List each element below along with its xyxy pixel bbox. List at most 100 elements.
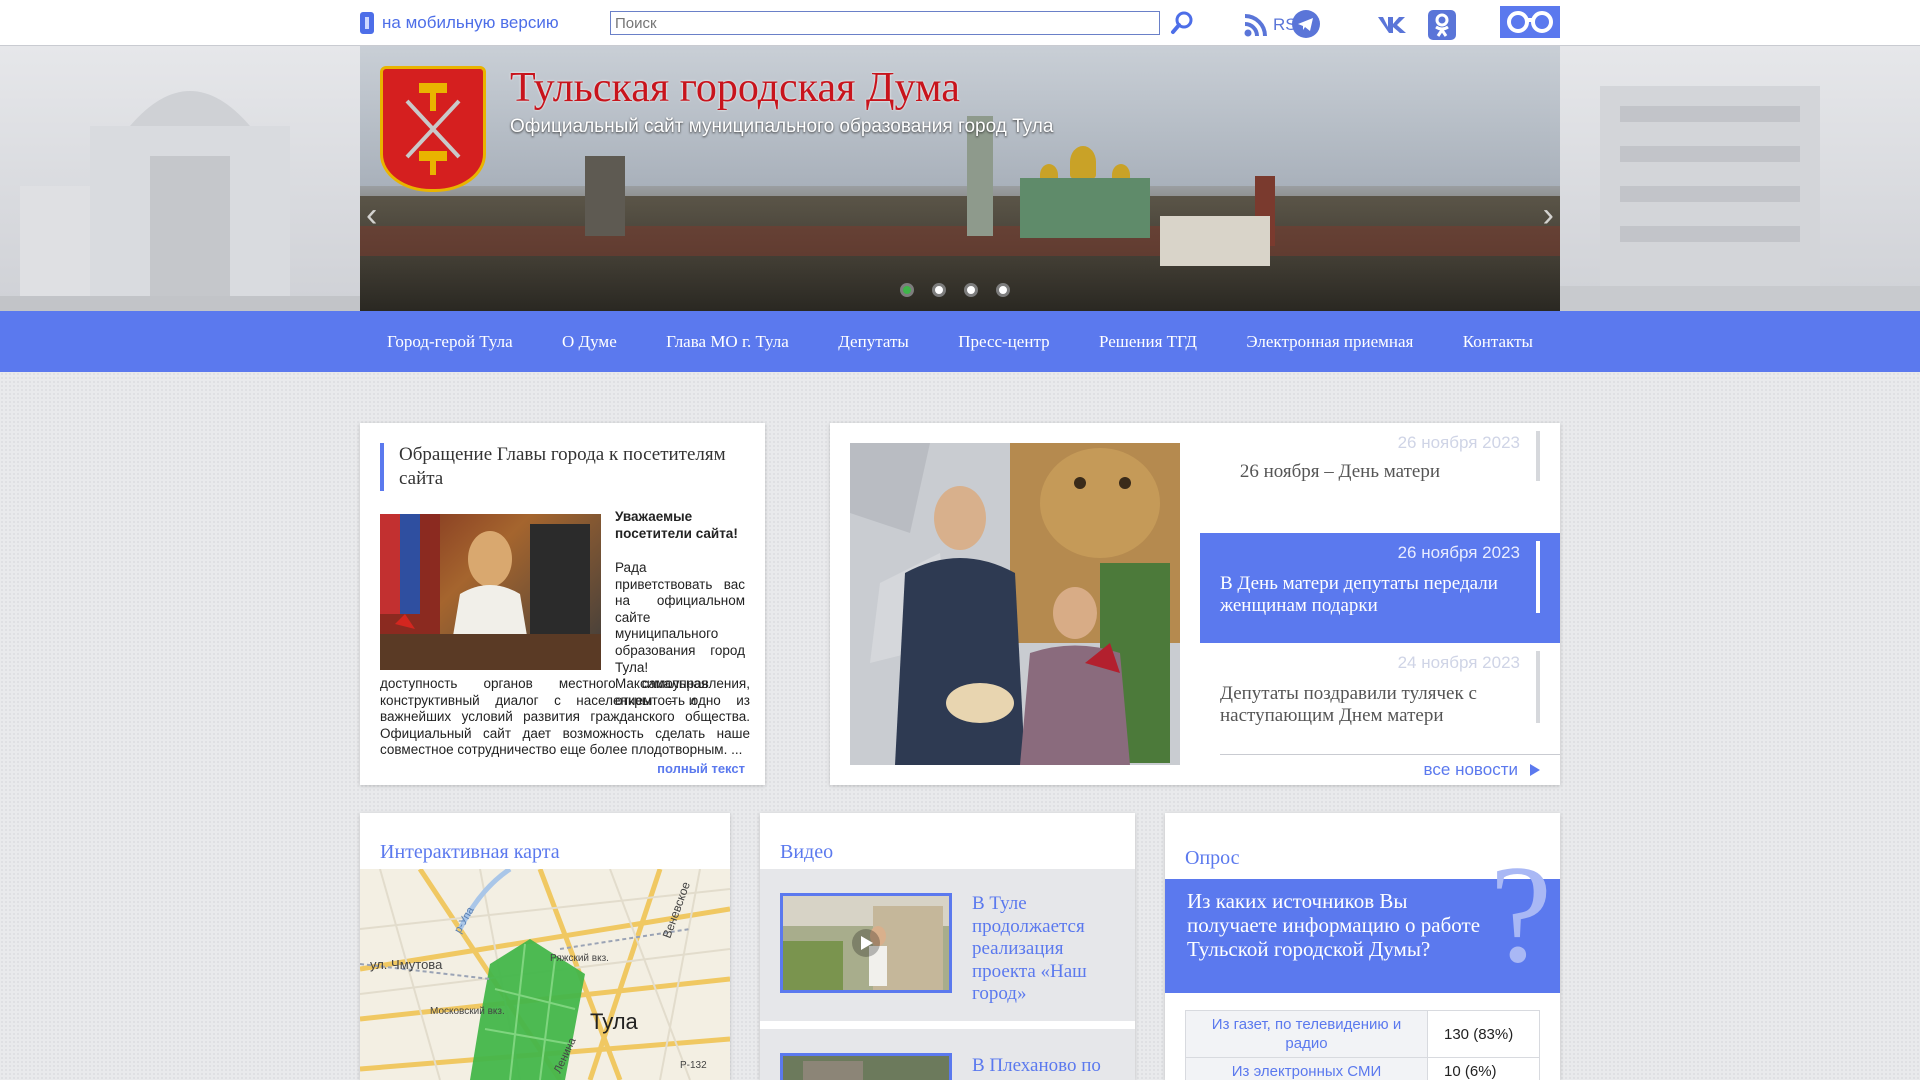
poll-option[interactable]: Из электронных СМИ <box>1185 1057 1428 1080</box>
video-title: В Туле продолжается реализация проекта «… <box>972 893 1087 1004</box>
poll-question: Из каких источников Вы получаете информа… <box>1187 889 1481 961</box>
main-navigation: Город-герой Тула О Думе Глава МО г. Тула… <box>0 311 1920 372</box>
poll-row: Из электронных СМИ 10 (6%) <box>1185 1057 1540 1080</box>
nav-item-contacts[interactable]: Контакты <box>1463 332 1533 352</box>
news-item-title: В День матери депутаты передали женщинам… <box>1220 573 1498 616</box>
top-bar: на мобильную версию RSS <box>0 0 1920 46</box>
accessibility-version-button[interactable] <box>1500 6 1560 38</box>
poll-option[interactable]: Из газет, по телевидению и радио <box>1185 1010 1428 1058</box>
news-item-date: 26 ноября 2023 <box>1397 543 1520 562</box>
banner-golden-dome <box>1070 146 1096 178</box>
banner-tower <box>585 156 625 236</box>
telegram-link[interactable] <box>1292 10 1320 38</box>
news-item[interactable]: 26 ноября 2023 26 ноября – День матери <box>1200 423 1560 533</box>
news-photo-image <box>850 443 1180 765</box>
slider-next-arrow[interactable]: › <box>1543 196 1554 235</box>
appeal-text-part2: доступность органов местного самоуправле… <box>380 676 750 758</box>
poll-results-table: Из газет, по телевидению и радио 130 (83… <box>1185 1010 1540 1080</box>
slider-dot[interactable] <box>964 283 978 297</box>
search-button[interactable] <box>1170 10 1196 36</box>
city-map-image: Тула ул. Чмутова Московский вкз. Ряжский… <box>360 869 730 1080</box>
news-photo[interactable] <box>850 443 1180 765</box>
video-thumbnail <box>780 893 952 993</box>
nav-item-deputies[interactable]: Депутаты <box>838 332 909 352</box>
news-item[interactable]: 24 ноября 2023 Депутаты поздравили туляч… <box>1200 643 1560 753</box>
banner-kremlin-wall <box>360 226 1560 256</box>
nav-item-head-of-city[interactable]: Глава МО г. Тула <box>666 332 789 352</box>
site-title: Тульская городская Дума <box>510 65 960 111</box>
video-item[interactable]: В Туле продолжается реализация проекта «… <box>760 869 1135 1021</box>
head-appeal-card: Обращение Главы города к посетителям сай… <box>360 423 765 785</box>
video-thumbnail-image <box>783 1056 949 1080</box>
question-mark-icon: ? <box>1489 837 1552 992</box>
odnoklassniki-icon <box>1428 10 1456 40</box>
site-subtitle: Официальный сайт муниципального образова… <box>510 116 1054 137</box>
banner-right-decoration <box>1560 46 1920 311</box>
nav-item-press-center[interactable]: Пресс-центр <box>958 332 1049 352</box>
old-duma-building-illustration <box>0 91 360 311</box>
coat-of-arms-emblem-icon <box>405 83 461 175</box>
odnoklassniki-link[interactable] <box>1428 10 1456 40</box>
vk-icon <box>1378 17 1406 33</box>
news-item-bar <box>1536 651 1540 723</box>
news-card: 26 ноября 2023 26 ноября – День матери 2… <box>830 423 1560 785</box>
poll-question-block: ? Из каких источников Вы получаете инфор… <box>1165 845 1560 993</box>
news-item-date: 24 ноября 2023 <box>1397 653 1520 672</box>
map-road-label: Р-132 <box>680 1060 707 1071</box>
mobile-phone-icon <box>360 12 374 34</box>
slider-dot[interactable] <box>996 283 1010 297</box>
mobile-version-label: на мобильную версию <box>382 13 559 32</box>
mobile-version-link[interactable]: на мобильную версию <box>360 12 559 34</box>
search-icon <box>1171 11 1193 34</box>
video-thumbnail-image <box>783 896 949 990</box>
map-station-label: Московский вкз. <box>430 1006 505 1017</box>
interactive-map-card: Интерактивная карта Тула ул. Чмутова Мос… <box>360 813 730 1080</box>
map-city-label: Тула <box>590 1009 639 1034</box>
video-item[interactable]: В Плеханово по <box>760 1029 1135 1080</box>
map-street-label: ул. Чмутова <box>370 957 443 972</box>
poll-heading[interactable]: Опрос <box>1185 847 1240 870</box>
video-thumbnail <box>780 1053 952 1080</box>
video-title: В Плеханово по <box>972 1055 1101 1076</box>
vk-link[interactable] <box>1376 10 1408 38</box>
map-station-label: Ряжский вкз. <box>550 953 609 964</box>
news-item-bar <box>1536 541 1540 613</box>
nav-item-e-reception[interactable]: Электронная приемная <box>1246 332 1413 352</box>
poll-result: 10 (6%) <box>1427 1057 1540 1080</box>
banner-left-decoration <box>0 46 360 311</box>
news-item-active[interactable]: 26 ноября 2023 В День матери депутаты пе… <box>1200 533 1560 643</box>
telegram-icon <box>1292 10 1320 38</box>
slider-dot[interactable] <box>932 283 946 297</box>
poll-card: Опрос ? Из каких источников Вы получаете… <box>1165 813 1560 1080</box>
rss-icon <box>1244 14 1267 37</box>
slider-prev-arrow[interactable]: ‹ <box>366 196 377 235</box>
nav-item-about-duma[interactable]: О Думе <box>562 332 617 352</box>
news-item-title: Депутаты поздравили тулячек с наступающи… <box>1220 683 1477 726</box>
nav-item-hero-city[interactable]: Город-герой Тула <box>387 332 513 352</box>
slider-dots <box>900 283 1010 297</box>
poll-result: 130 (83%) <box>1427 1010 1540 1058</box>
news-item-title: 26 ноября – День матери <box>1239 461 1440 482</box>
nav-item-decisions[interactable]: Решения ТГД <box>1099 332 1197 352</box>
play-arrow-icon <box>1530 764 1540 776</box>
news-divider <box>1220 754 1560 755</box>
news-item-date: 26 ноября 2023 <box>1397 433 1520 452</box>
new-duma-building-illustration <box>1560 86 1920 311</box>
tula-coat-of-arms <box>380 66 486 192</box>
banner-white-building <box>1160 216 1270 266</box>
all-news-link[interactable]: все новости <box>1424 760 1540 780</box>
map-heading[interactable]: Интерактивная карта <box>380 841 560 864</box>
search-input[interactable] <box>610 11 1160 35</box>
video-heading[interactable]: Видео <box>780 841 833 864</box>
slider-dot[interactable] <box>900 283 914 297</box>
glasses-icon <box>1507 11 1553 33</box>
banner-church <box>1020 178 1150 238</box>
interactive-map[interactable]: Тула ул. Чмутова Московский вкз. Ряжский… <box>360 869 730 1080</box>
head-of-city-photo <box>380 514 601 670</box>
news-item-bar <box>1536 431 1540 481</box>
appeal-title[interactable]: Обращение Главы города к посетителям сай… <box>380 443 750 491</box>
all-news-label: все новости <box>1423 760 1518 779</box>
head-of-city-portrait <box>380 514 601 670</box>
video-card: Видео В Туле продолжается реализация про… <box>760 813 1135 1080</box>
full-text-link[interactable]: полный текст <box>657 761 745 776</box>
